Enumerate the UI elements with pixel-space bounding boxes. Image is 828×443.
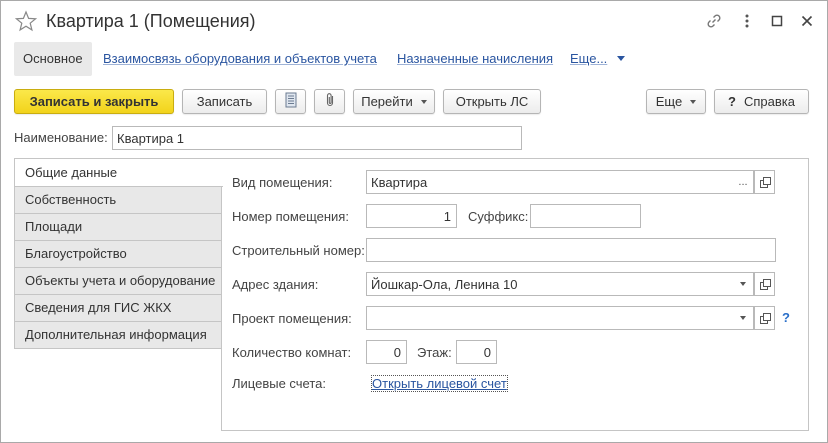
project-label: Проект помещения: xyxy=(232,311,352,326)
name-input[interactable]: Квартира 1 xyxy=(112,126,522,150)
chevron-down-icon xyxy=(617,56,626,62)
rooms-count-label: Количество комнат: xyxy=(232,345,352,360)
side-tab-general[interactable]: Общие данные xyxy=(14,158,223,187)
address-open-button[interactable] xyxy=(754,272,775,296)
close-icon[interactable] xyxy=(797,11,817,31)
suffix-label: Суффикс: xyxy=(468,209,529,224)
goto-button[interactable]: Перейти xyxy=(353,89,435,114)
save-button[interactable]: Записать xyxy=(182,89,267,114)
nav-tab-equipment-links[interactable]: Взаимосвязь оборудования и объектов учет… xyxy=(103,42,377,76)
room-type-input[interactable]: Квартира xyxy=(366,170,734,194)
more-actions-button[interactable]: Еще xyxy=(646,89,706,114)
goto-label: Перейти xyxy=(361,94,413,109)
address-dropdown-button[interactable] xyxy=(733,272,754,296)
more-actions-label: Еще xyxy=(655,94,683,109)
project-input[interactable] xyxy=(366,306,734,330)
project-help-icon[interactable]: ? xyxy=(782,310,790,325)
paperclip-icon xyxy=(324,92,336,111)
accounts-label: Лицевые счета: xyxy=(232,376,326,391)
project-dropdown-button[interactable] xyxy=(733,306,754,330)
room-number-input[interactable]: 1 xyxy=(366,204,457,228)
project-open-button[interactable] xyxy=(754,306,775,330)
maximize-icon[interactable] xyxy=(767,11,787,31)
nav-tab-assigned-charges[interactable]: Назначенные начисления xyxy=(397,42,553,76)
rooms-count-input[interactable]: 0 xyxy=(366,340,407,364)
side-tab-areas[interactable]: Площади xyxy=(14,214,222,241)
address-label: Адрес здания: xyxy=(232,277,319,292)
help-label: Справка xyxy=(743,94,795,109)
floor-input[interactable]: 0 xyxy=(456,340,497,364)
form-window: Квартира 1 (Помещения) Основное Взаимосв… xyxy=(0,0,828,443)
chevron-down-icon xyxy=(740,316,746,320)
chevron-down-icon xyxy=(740,282,746,286)
save-label: Записать xyxy=(196,94,253,109)
build-number-label: Строительный номер: xyxy=(232,243,365,258)
chevron-down-icon xyxy=(420,99,427,104)
section-nav: Основное Взаимосвязь оборудования и объе… xyxy=(14,42,714,76)
save-and-close-button[interactable]: Записать и закрыть xyxy=(14,89,174,114)
open-account-button[interactable]: Открыть ЛС xyxy=(443,89,541,114)
nav-more-label: Еще... xyxy=(570,51,608,66)
open-account-link[interactable]: Открыть лицевой счет xyxy=(371,375,508,392)
open-icon xyxy=(759,177,771,188)
chevron-down-icon xyxy=(690,99,697,104)
side-tab-ownership[interactable]: Собственность xyxy=(14,187,222,214)
open-icon xyxy=(759,313,771,324)
link-icon[interactable] xyxy=(704,11,724,31)
side-tab-amenities[interactable]: Благоустройство xyxy=(14,241,222,268)
name-label: Наименование: xyxy=(14,130,108,145)
side-tab-additional-info[interactable]: Дополнительная информация xyxy=(14,322,222,349)
floor-label: Этаж: xyxy=(417,345,452,360)
help-button[interactable]: ? Справка xyxy=(714,89,809,114)
build-number-input[interactable] xyxy=(366,238,776,262)
attach-button[interactable] xyxy=(314,89,345,114)
star-icon[interactable] xyxy=(14,10,38,32)
side-tab-gis-info[interactable]: Сведения для ГИС ЖКХ xyxy=(14,295,222,322)
title-bar: Квартира 1 (Помещения) xyxy=(1,1,827,41)
side-tab-meters-equipment[interactable]: Объекты учета и оборудование xyxy=(14,268,222,295)
address-input[interactable]: Йошкар-Ола, Ленина 10 xyxy=(366,272,734,296)
room-type-open-button[interactable] xyxy=(754,170,775,194)
window-title: Квартира 1 (Помещения) xyxy=(46,11,256,31)
room-type-select-button[interactable]: ... xyxy=(733,170,754,194)
help-icon: ? xyxy=(728,94,736,109)
document-icon xyxy=(285,92,297,111)
open-account-label: Открыть ЛС xyxy=(455,94,529,109)
ellipsis-icon: ... xyxy=(738,176,748,188)
nav-tab-main[interactable]: Основное xyxy=(14,42,92,76)
more-vertical-icon[interactable] xyxy=(737,11,757,31)
save-and-close-label: Записать и закрыть xyxy=(29,94,159,109)
suffix-input[interactable] xyxy=(530,204,641,228)
report-button[interactable] xyxy=(275,89,306,114)
open-icon xyxy=(759,279,771,290)
room-number-label: Номер помещения: xyxy=(232,209,349,224)
room-type-label: Вид помещения: xyxy=(232,175,333,190)
nav-more-menu[interactable]: Еще... xyxy=(570,42,626,76)
